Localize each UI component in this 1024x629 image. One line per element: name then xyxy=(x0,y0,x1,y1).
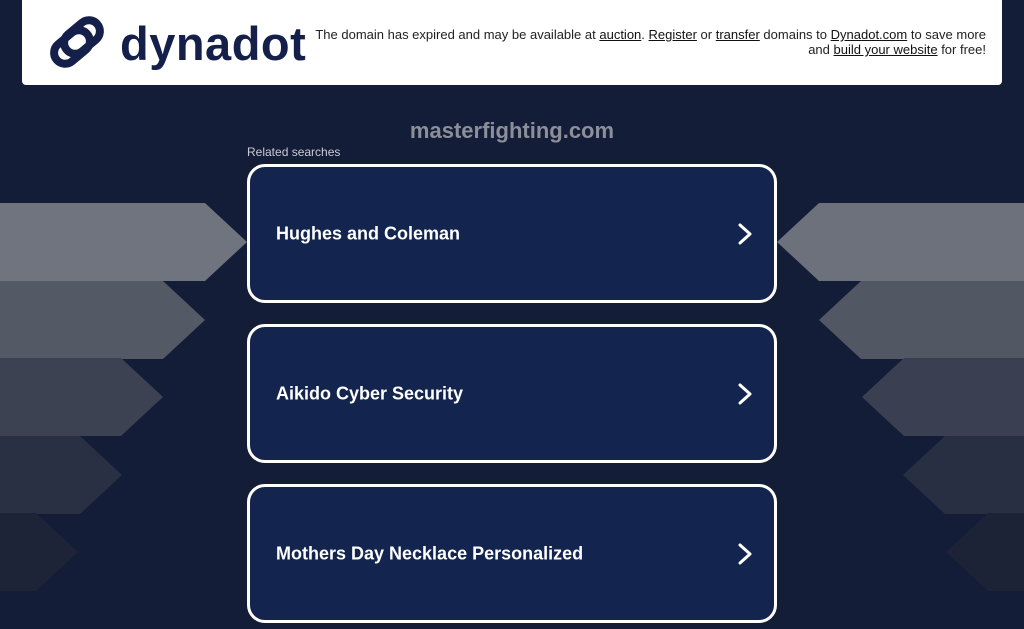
decorative-stripe xyxy=(777,203,1024,281)
decorative-stripe xyxy=(862,358,1024,436)
parked-page: dynadot The domain has expired and may b… xyxy=(0,0,1024,629)
decorative-stripe xyxy=(903,436,1024,514)
notice-text: for free! xyxy=(937,42,986,57)
decorative-stripe xyxy=(0,281,205,359)
auction-link[interactable]: auction xyxy=(599,27,641,42)
notice-text: . xyxy=(641,27,649,42)
dynadot-logo[interactable]: dynadot xyxy=(46,10,316,76)
decorative-stripe xyxy=(946,513,1024,591)
decorative-stripe xyxy=(819,281,1024,359)
notice-text: or xyxy=(696,27,716,42)
notice-text: The domain has expired and may be availa… xyxy=(315,27,600,42)
search-link-label: Aikido Cyber Security xyxy=(276,383,464,403)
chain-link-logo-icon xyxy=(50,16,104,68)
chevron-right-icon xyxy=(738,543,752,564)
decorative-stripe xyxy=(0,203,247,281)
search-link-card[interactable]: Aikido Cyber Security xyxy=(247,324,777,463)
transfer-link[interactable]: transfer xyxy=(716,27,760,42)
chevron-right-icon xyxy=(738,383,752,404)
register-link[interactable]: Register xyxy=(649,27,697,42)
build-website-link[interactable]: build your website xyxy=(834,42,938,57)
chevron-right-icon xyxy=(738,223,752,244)
header-bar: dynadot The domain has expired and may b… xyxy=(22,0,1002,85)
related-searches-label: Related searches xyxy=(247,145,341,159)
decorative-stripe xyxy=(0,358,163,436)
domain-title: masterfighting.com xyxy=(409,118,615,143)
expired-notice: The domain has expired and may be availa… xyxy=(306,27,986,57)
logo-wordmark: dynadot xyxy=(120,16,307,70)
search-link-label: Hughes and Coleman xyxy=(276,223,461,243)
dynadot-link[interactable]: Dynadot.com xyxy=(831,27,908,42)
search-link-card[interactable]: Mothers Day Necklace Personalized xyxy=(247,484,777,623)
search-link-card[interactable]: Hughes and Coleman xyxy=(247,164,777,303)
search-link-label: Mothers Day Necklace Personalized xyxy=(276,543,584,563)
decorative-stripe xyxy=(0,436,122,514)
notice-text: domains to xyxy=(759,27,831,42)
decorative-stripe xyxy=(0,513,78,591)
